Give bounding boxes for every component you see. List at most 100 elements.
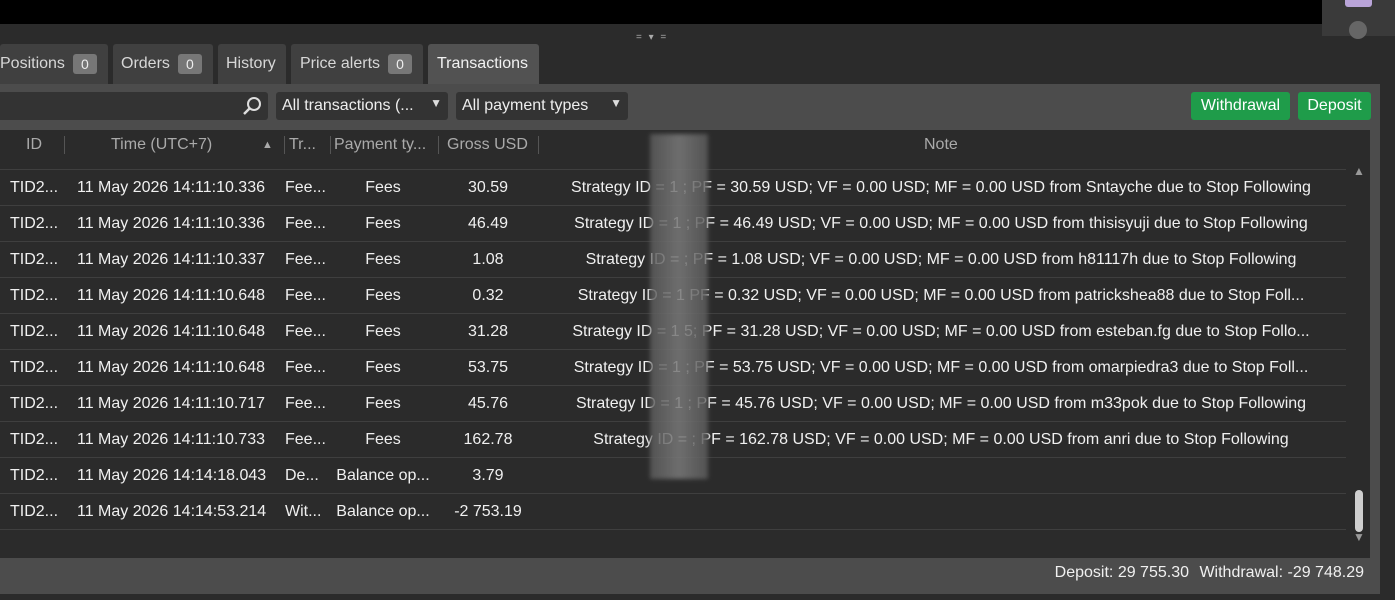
tab-history[interactable]: History [218,44,286,84]
column-header-type[interactable]: Tr... [289,130,329,160]
tab-orders[interactable]: Orders 0 [113,44,213,84]
cell-type: De... [285,467,319,484]
transaction-type-value: All transactions (... [282,97,414,114]
cell-time: 11 May 2026 14:11:10.648 [77,323,265,340]
chevron-down-icon: ▼ [610,96,622,110]
cell-payment-type: Fees [365,179,401,196]
tab-orders-count: 0 [177,54,202,74]
cell-id: TID2... [10,160,65,169]
column-header-gross-usd[interactable]: Gross USD [447,130,535,160]
cell-type: Fee... [285,395,326,412]
transactions-panel: All transactions (... ▼ All payment type… [0,84,1380,594]
chevron-down-icon: ▼ [430,96,442,110]
column-header-time[interactable]: Time (UTC+7) [111,130,251,160]
tab-positions-label: Positions [0,55,65,72]
deposit-total-label: Deposit: [1054,564,1114,581]
column-header-payment-type[interactable]: Payment ty... [334,130,436,160]
column-header-id[interactable]: ID [26,130,62,160]
cell-id: TID2... [10,359,59,376]
cell-type: Fee... [285,359,326,376]
cell-id: TID2... [10,323,59,340]
cell-gross-usd: -2 753.19 [454,503,522,520]
cell-payment-type: Fees [365,215,401,232]
cell-type: Fee... [285,215,326,232]
cell-gross-usd: 1.08 [472,251,504,268]
tab-transactions[interactable]: Transactions [428,44,539,84]
cell-time: 11 May 2026 14:11:10.648 [77,287,265,304]
tab-orders-label: Orders [121,55,170,72]
column-divider[interactable] [438,136,439,154]
cell-time: 11 May 2026 14:11:10.337 [77,251,265,268]
vertical-scrollbar[interactable]: ▲ ▼ [1350,160,1368,558]
cell-time: 11 May 2026 14:14:18.043 [77,467,267,484]
cell-payment-type: Fees [365,395,401,412]
cell-gross-usd: 30.59 [467,179,509,196]
scroll-up-icon[interactable]: ▲ [1353,164,1365,178]
cell-gross-usd: 46.46 [440,160,536,169]
payment-type-select[interactable]: All payment types ▼ [456,92,628,120]
right-toolbar-button[interactable] [1345,0,1372,7]
column-divider[interactable] [538,136,539,154]
cell-payment-type: Fees [330,160,436,169]
cell-type: Fee... [285,287,326,304]
cell-payment-type: Fees [365,251,401,268]
tab-price-alerts[interactable]: Price alerts 0 [291,44,423,84]
withdrawal-button[interactable]: Withdrawal [1191,92,1290,120]
scroll-down-icon[interactable]: ▼ [1353,530,1365,544]
cell-note [538,494,1344,529]
transaction-type-select[interactable]: All transactions (... ▼ [276,92,448,120]
cell-payment-type: Fees [365,287,401,304]
cell-type: Fee... [285,251,326,268]
chart-area-top [0,0,1322,24]
cell-type: Fee... [285,160,329,169]
cell-id: TID2... [10,215,59,232]
cell-gross-usd: 53.75 [467,359,509,376]
cell-gross-usd: 31.28 [467,323,509,340]
cell-time: 11 May 2026 14:14:53.214 [77,503,267,520]
deposit-button[interactable]: Deposit [1298,92,1371,120]
transactions-table: ID Time (UTC+7) ▲ Tr... Payment ty... Gr… [0,130,1370,558]
cell-time: 11 May 2026 14:11:10.648 [77,359,265,376]
cell-type: Fee... [285,431,326,448]
search-input[interactable] [0,92,268,120]
tab-price-alerts-label: Price alerts [300,55,381,72]
cell-type: Fee... [285,323,326,340]
cell-type: Fee... [285,179,326,196]
tab-price-alerts-count: 0 [388,54,413,74]
payment-type-value: All payment types [462,97,589,114]
totals-footer: Deposit: 29 755.30 Withdrawal: -29 748.2… [1055,564,1364,582]
cell-time: 11 May 2026 14:11:10.717 [77,395,265,412]
column-divider[interactable] [64,136,65,154]
scrollbar-thumb[interactable] [1355,490,1363,532]
cell-id: TID2... [10,287,59,304]
column-divider[interactable] [330,136,331,154]
right-toolbar-circle-icon[interactable] [1349,21,1367,39]
cell-payment-type: Fees [365,359,401,376]
cell-time: 11 May 2026 14:11:10.336 [77,179,265,196]
tab-positions[interactable]: Positions 0 [0,44,108,84]
search-icon[interactable] [242,96,262,116]
panel-resize-handle[interactable]: = ▾ = [636,32,668,43]
cell-id: TID2... [10,467,59,484]
cell-gross-usd: 3.79 [472,467,504,484]
column-header-note[interactable]: Note [924,130,984,160]
sort-ascending-icon[interactable]: ▲ [262,130,276,160]
cell-time: 11 May 2026 14:11:10.336 [77,160,275,169]
cell-type: Wit... [285,503,322,520]
cell-payment-type: Fees [365,323,401,340]
cell-gross-usd: 45.76 [467,395,509,412]
withdrawal-total-label: Withdrawal: [1199,564,1284,581]
cell-id: TID2... [10,251,59,268]
cell-time: 11 May 2026 14:11:10.733 [77,431,265,448]
cell-time: 11 May 2026 14:11:10.336 [77,215,265,232]
tab-transactions-label: Transactions [437,55,528,72]
cell-id: TID2... [10,179,59,196]
cell-gross-usd: 162.78 [463,431,513,448]
cell-id: TID2... [10,503,59,520]
cell-payment-type: Fees [365,431,401,448]
cell-id: TID2... [10,395,59,412]
withdrawal-total-value: -29 748.29 [1287,564,1364,581]
cell-payment-type: Balance op... [336,467,430,484]
column-divider[interactable] [284,136,285,154]
table-row[interactable]: TID2... 11 May 2026 14:14:53.214 Wit... Bal… [0,494,1346,530]
